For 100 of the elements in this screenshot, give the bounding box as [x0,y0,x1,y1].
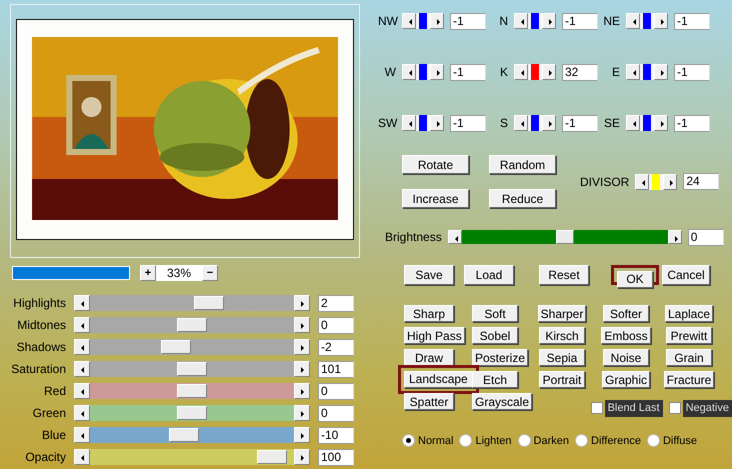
checkbox[interactable] [668,402,681,414]
radio-button[interactable] [575,434,588,448]
button[interactable]: Prewitt [666,327,712,344]
slider-thumb[interactable] [194,296,224,310]
slider-thumb[interactable] [419,64,427,80]
scroll-left-button[interactable] [402,115,416,131]
scroll-left-button[interactable] [74,295,90,311]
scroll-left-button[interactable] [74,361,90,377]
scroll-left-button[interactable] [448,230,462,244]
button[interactable]: Rotate [402,155,469,174]
scroll-right-button[interactable] [654,13,668,29]
slider-thumb[interactable] [177,362,207,376]
slider-thumb[interactable] [419,13,427,29]
scroll-right-button[interactable] [542,13,556,29]
slider-thumb[interactable] [652,174,660,190]
value-field[interactable]: -2 [318,338,354,356]
scroll-left-button[interactable] [514,13,528,29]
value-field[interactable]: -1 [674,12,710,30]
slider-thumb[interactable] [419,115,427,131]
radio-button[interactable] [646,434,660,448]
scroll-left-button[interactable] [635,174,650,190]
button[interactable]: Load [464,265,514,285]
slider-thumb[interactable] [531,13,539,29]
slider-thumb[interactable] [531,64,539,80]
value-field[interactable]: 0 [318,382,354,400]
scroll-right-button[interactable] [294,405,310,421]
button[interactable]: Sobel [472,327,518,344]
value-field[interactable]: -1 [674,64,710,80]
button[interactable]: Sharper [538,305,586,322]
scroll-right-button[interactable] [294,361,310,377]
value-field[interactable]: -1 [450,12,486,30]
slider-thumb[interactable] [556,230,574,244]
slider-thumb[interactable] [169,428,200,442]
zoom-in-button[interactable]: + [140,265,156,281]
button[interactable]: Reduce [489,189,556,208]
scroll-right-button[interactable] [294,427,310,443]
button[interactable]: Grayscale [472,393,532,410]
scroll-right-button[interactable] [430,64,444,80]
checkbox[interactable] [590,402,603,414]
value-field[interactable]: 0 [318,316,354,334]
scroll-left-button[interactable] [402,13,416,29]
button[interactable]: Grain [666,349,712,366]
button[interactable]: Kirsch [539,327,585,344]
button[interactable]: Etch [472,371,518,388]
value-field[interactable]: -1 [562,114,598,132]
scroll-left-button[interactable] [74,427,90,443]
scroll-left-button[interactable] [74,383,90,399]
button[interactable]: Laplace [664,305,714,322]
value-field[interactable]: -1 [450,64,486,80]
slider-thumb[interactable] [643,13,651,29]
button[interactable]: Portrait [539,371,585,388]
button[interactable]: Emboss [601,327,651,344]
scroll-left-button[interactable] [626,64,640,80]
button[interactable]: Sharp [404,305,454,322]
button[interactable]: Fracture [664,371,714,388]
scroll-left-button[interactable] [514,115,528,131]
slider-thumb[interactable] [257,450,288,464]
scroll-left-button[interactable] [626,115,640,131]
radio-button[interactable] [402,434,415,448]
slider-thumb[interactable] [161,340,192,354]
slider-thumb[interactable] [177,406,207,420]
slider-thumb[interactable] [177,384,207,398]
scroll-right-button[interactable] [294,295,310,311]
scroll-left-button[interactable] [74,449,90,465]
scroll-right-button[interactable] [294,339,310,355]
value-field[interactable]: 32 [562,64,598,80]
scroll-right-button[interactable] [294,383,310,399]
scroll-right-button[interactable] [430,115,444,131]
value-field[interactable]: 100 [318,448,354,466]
value-field[interactable]: 0 [688,228,724,246]
button[interactable]: Posterize [472,349,528,366]
zoom-out-button[interactable]: − [202,265,218,281]
value-field[interactable]: -1 [450,114,486,132]
scroll-left-button[interactable] [74,339,90,355]
scroll-left-button[interactable] [74,405,90,421]
button[interactable]: Save [404,265,454,285]
value-field[interactable]: 0 [318,404,354,422]
scroll-left-button[interactable] [514,64,528,80]
scroll-right-button[interactable] [542,115,556,131]
radio-button[interactable] [518,434,531,448]
scroll-left-button[interactable] [626,13,640,29]
slider-thumb[interactable] [643,115,651,131]
button[interactable]: Softer [603,305,649,322]
scroll-right-button[interactable] [663,174,678,190]
scroll-right-button[interactable] [654,115,668,131]
slider-thumb[interactable] [643,64,651,80]
button[interactable]: Cancel [662,265,710,285]
value-field[interactable]: -1 [674,114,710,132]
button[interactable]: Graphic [602,371,650,388]
button[interactable]: Reset [539,265,589,285]
button[interactable]: Increase [402,189,469,208]
scroll-right-button[interactable] [294,317,310,333]
scroll-right-button[interactable] [542,64,556,80]
radio-button[interactable] [459,434,472,448]
slider-thumb[interactable] [177,318,207,332]
scroll-left-button[interactable] [402,64,416,80]
scroll-left-button[interactable] [74,317,90,333]
value-field[interactable]: -10 [318,426,354,444]
value-field[interactable]: 24 [683,173,720,190]
scroll-right-button[interactable] [294,449,310,465]
